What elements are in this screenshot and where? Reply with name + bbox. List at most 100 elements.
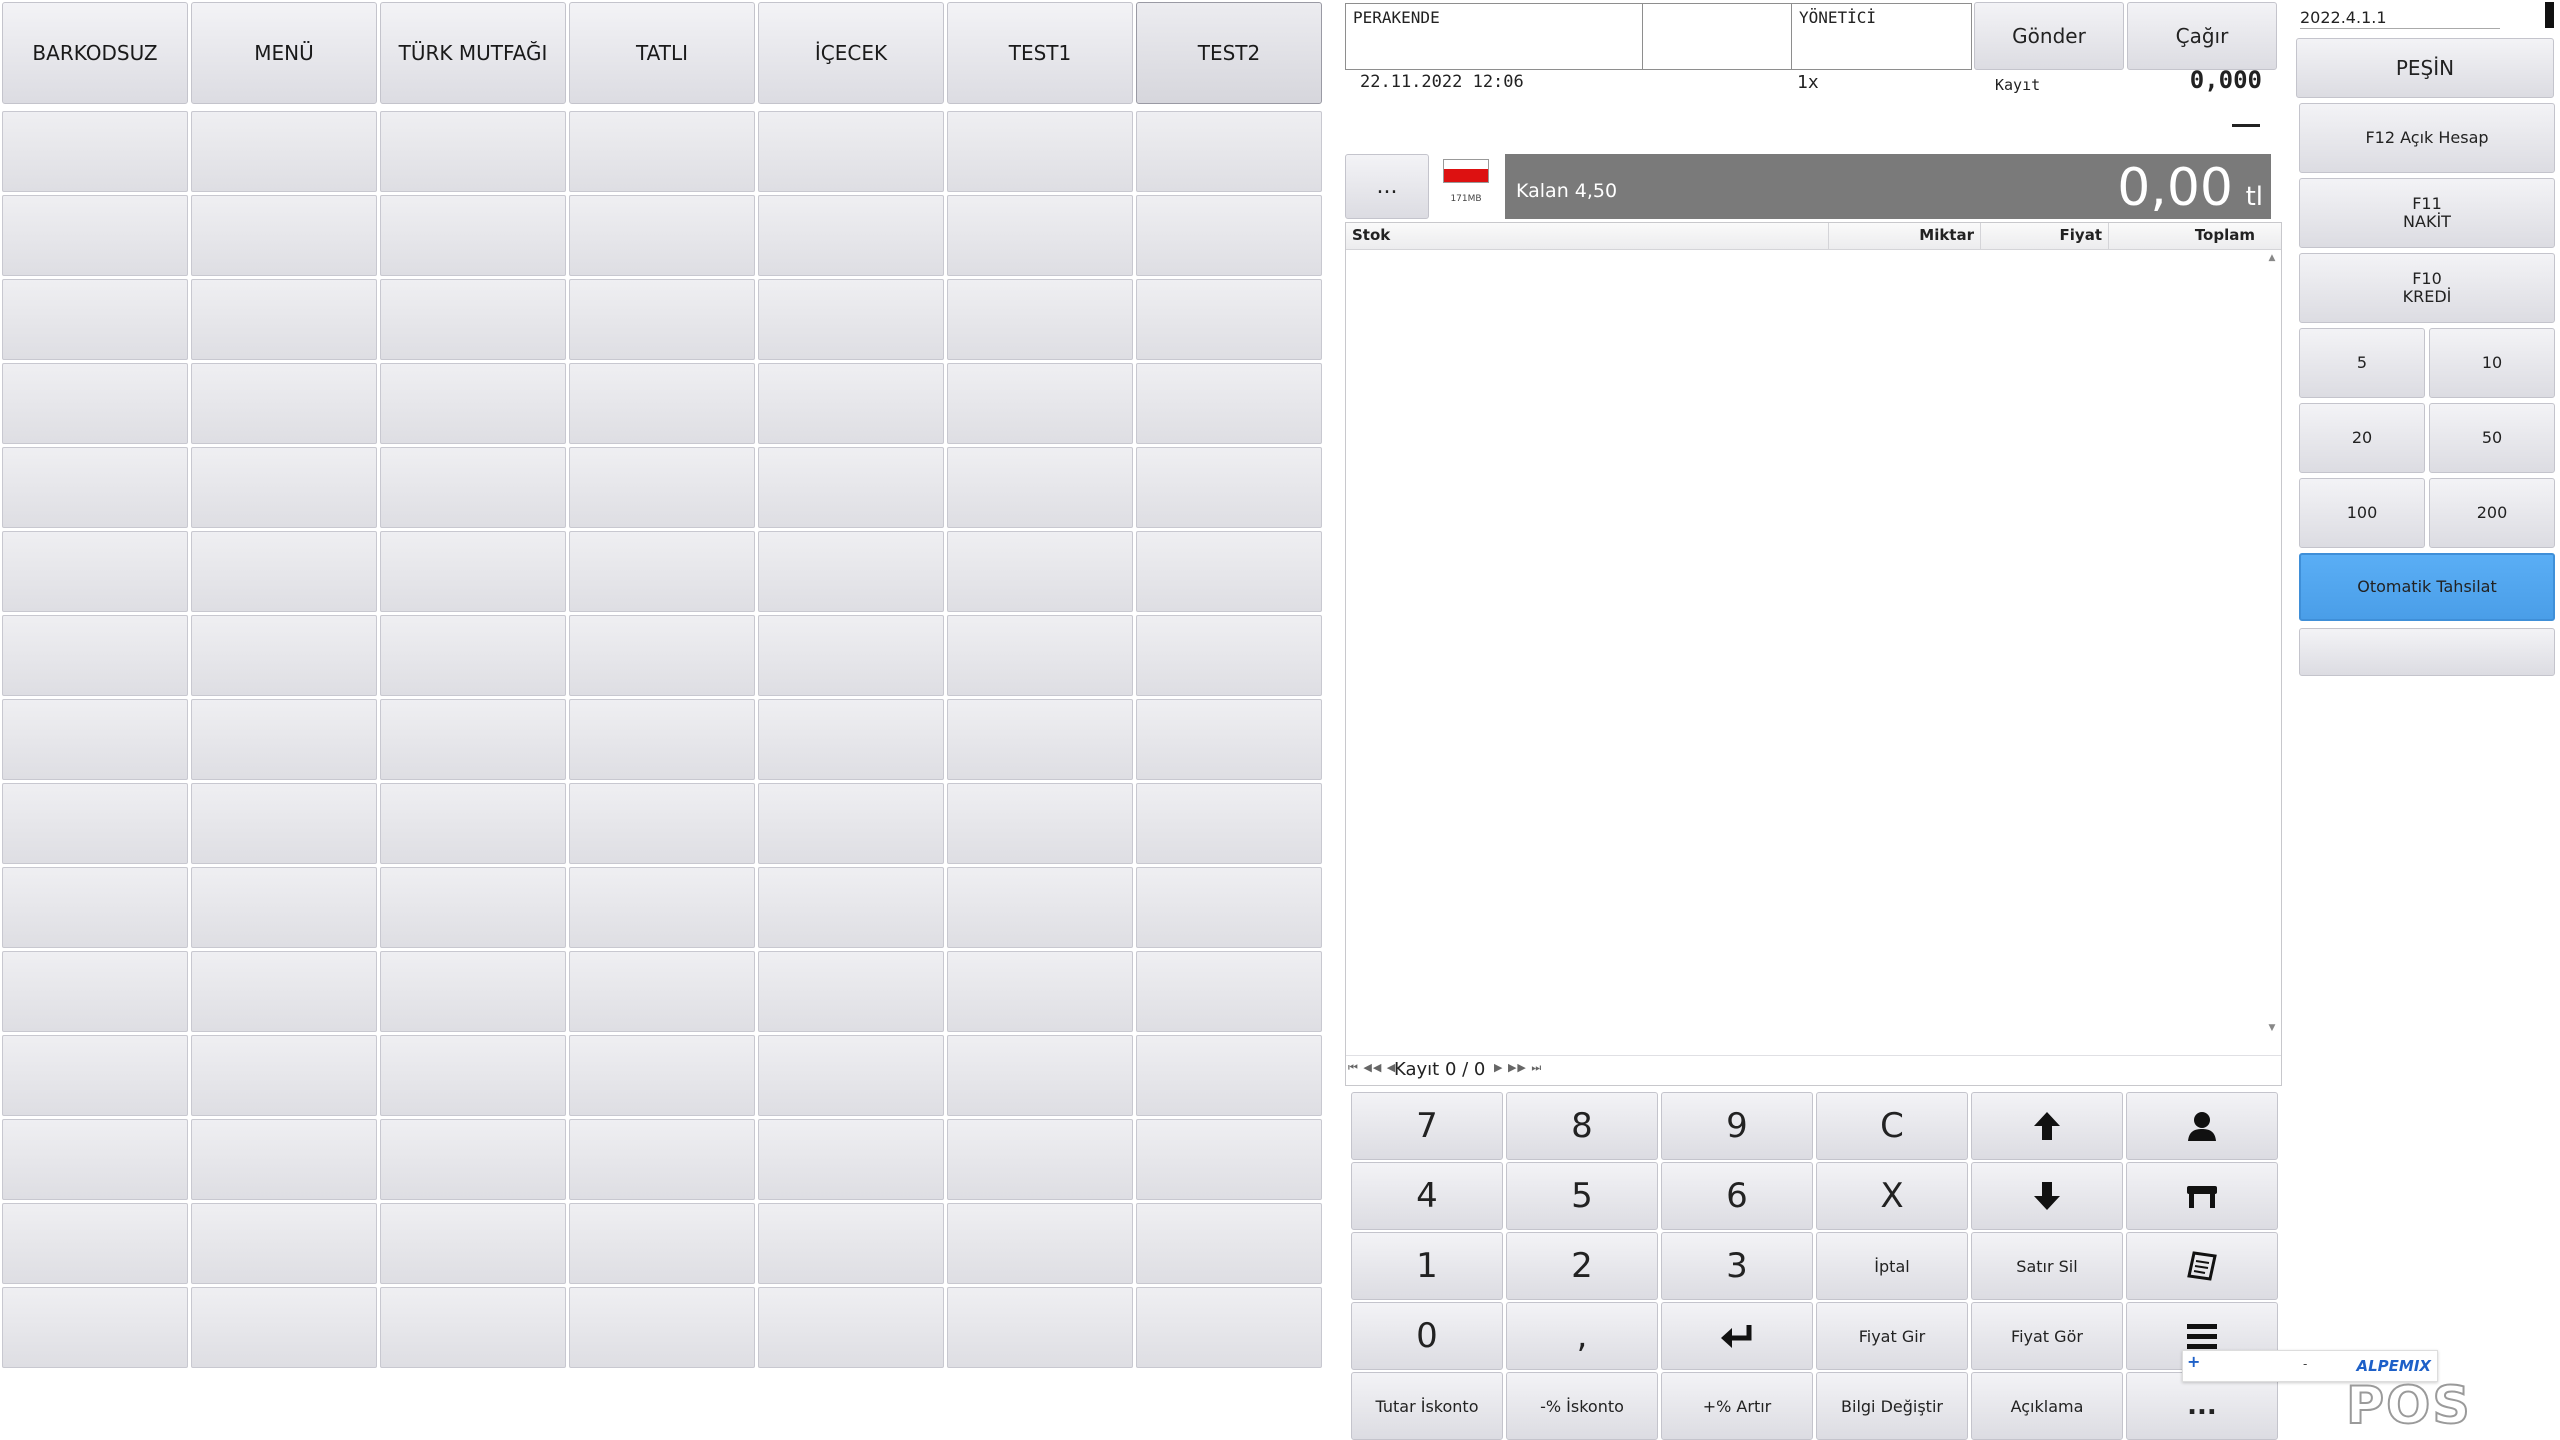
product-tile[interactable] bbox=[380, 1203, 566, 1284]
product-tile[interactable] bbox=[2, 1035, 188, 1116]
view-price-button[interactable]: Fiyat Gör bbox=[1971, 1302, 2123, 1370]
product-tile[interactable] bbox=[947, 531, 1133, 612]
category-test2[interactable]: TEST2 bbox=[1136, 2, 1322, 104]
product-tile[interactable] bbox=[1136, 279, 1322, 360]
key-6[interactable]: 6 bbox=[1661, 1162, 1813, 1230]
product-tile[interactable] bbox=[2, 531, 188, 612]
product-tile[interactable] bbox=[380, 447, 566, 528]
product-tile[interactable] bbox=[758, 531, 944, 612]
product-tile[interactable] bbox=[191, 1203, 377, 1284]
product-tile[interactable] bbox=[380, 279, 566, 360]
change-info-button[interactable]: Bilgi Değiştir bbox=[1816, 1372, 1968, 1440]
product-tile[interactable] bbox=[1136, 531, 1322, 612]
product-tile[interactable] bbox=[191, 1035, 377, 1116]
denomination-20[interactable]: 20 bbox=[2299, 403, 2425, 473]
denomination-10[interactable]: 10 bbox=[2429, 328, 2555, 398]
product-tile[interactable] bbox=[2, 279, 188, 360]
column-fiyat[interactable]: Fiyat bbox=[1981, 223, 2109, 249]
product-tile[interactable] bbox=[2, 111, 188, 192]
key-down[interactable] bbox=[1971, 1162, 2123, 1230]
key-table[interactable] bbox=[2126, 1162, 2278, 1230]
category-turk-mutfagi[interactable]: TÜRK MUTFAĞI bbox=[380, 2, 566, 104]
product-tile[interactable] bbox=[947, 951, 1133, 1032]
denomination-50[interactable]: 50 bbox=[2429, 403, 2555, 473]
product-tile[interactable] bbox=[191, 615, 377, 696]
key-comma[interactable]: , bbox=[1506, 1302, 1658, 1370]
product-tile[interactable] bbox=[758, 1035, 944, 1116]
call-button[interactable]: Çağır bbox=[2127, 2, 2277, 70]
blank-field[interactable] bbox=[1642, 3, 1792, 70]
category-barkodsuz[interactable]: BARKODSUZ bbox=[2, 2, 188, 104]
product-tile[interactable] bbox=[569, 615, 755, 696]
product-tile[interactable] bbox=[947, 1035, 1133, 1116]
product-tile[interactable] bbox=[2, 363, 188, 444]
product-tile[interactable] bbox=[1136, 447, 1322, 528]
send-button[interactable]: Gönder bbox=[1974, 2, 2124, 70]
product-tile[interactable] bbox=[569, 1119, 755, 1200]
cancel-button[interactable]: İptal bbox=[1816, 1232, 1968, 1300]
product-tile[interactable] bbox=[1136, 363, 1322, 444]
product-tile[interactable] bbox=[947, 195, 1133, 276]
category-test1[interactable]: TEST1 bbox=[947, 2, 1133, 104]
product-tile[interactable] bbox=[569, 783, 755, 864]
product-tile[interactable] bbox=[569, 363, 755, 444]
product-tile[interactable] bbox=[191, 867, 377, 948]
percent-discount-button[interactable]: -% İskonto bbox=[1506, 1372, 1658, 1440]
key-4[interactable]: 4 bbox=[1351, 1162, 1503, 1230]
product-tile[interactable] bbox=[191, 951, 377, 1032]
product-tile[interactable] bbox=[758, 951, 944, 1032]
product-tile[interactable] bbox=[2, 447, 188, 528]
product-tile[interactable] bbox=[947, 867, 1133, 948]
open-account-button[interactable]: F12 Açık Hesap bbox=[2299, 103, 2555, 173]
product-tile[interactable] bbox=[191, 447, 377, 528]
product-tile[interactable] bbox=[569, 951, 755, 1032]
key-7[interactable]: 7 bbox=[1351, 1092, 1503, 1160]
product-tile[interactable] bbox=[947, 111, 1133, 192]
product-tile[interactable] bbox=[569, 699, 755, 780]
nav-next-last-icon[interactable]: ▶ ▶▶ ⏭ bbox=[1494, 1061, 1542, 1075]
key-up[interactable] bbox=[1971, 1092, 2123, 1160]
cash-button[interactable]: PEŞİN bbox=[2296, 38, 2554, 98]
product-tile[interactable] bbox=[569, 111, 755, 192]
product-tile[interactable] bbox=[191, 699, 377, 780]
product-tile[interactable] bbox=[1136, 1203, 1322, 1284]
description-button[interactable]: Açıklama bbox=[1971, 1372, 2123, 1440]
scroll-down-icon[interactable]: ▼ bbox=[2265, 1023, 2279, 1033]
product-tile[interactable] bbox=[2, 615, 188, 696]
column-stok[interactable]: Stok bbox=[1346, 223, 1829, 249]
product-tile[interactable] bbox=[191, 1287, 377, 1368]
key-3[interactable]: 3 bbox=[1661, 1232, 1813, 1300]
enter-price-button[interactable]: Fiyat Gir bbox=[1816, 1302, 1968, 1370]
product-tile[interactable] bbox=[380, 1287, 566, 1368]
product-tile[interactable] bbox=[1136, 783, 1322, 864]
product-tile[interactable] bbox=[380, 363, 566, 444]
key-9[interactable]: 9 bbox=[1661, 1092, 1813, 1160]
key-2[interactable]: 2 bbox=[1506, 1232, 1658, 1300]
product-tile[interactable] bbox=[758, 1203, 944, 1284]
product-tile[interactable] bbox=[380, 1119, 566, 1200]
product-tile[interactable] bbox=[758, 279, 944, 360]
empty-payment-button[interactable] bbox=[2299, 628, 2555, 676]
key-x[interactable]: X bbox=[1816, 1162, 1968, 1230]
key-8[interactable]: 8 bbox=[1506, 1092, 1658, 1160]
product-tile[interactable] bbox=[569, 531, 755, 612]
product-tile[interactable] bbox=[2, 783, 188, 864]
product-tile[interactable] bbox=[569, 447, 755, 528]
product-tile[interactable] bbox=[380, 783, 566, 864]
delete-line-button[interactable]: Satır Sil bbox=[1971, 1232, 2123, 1300]
product-tile[interactable] bbox=[380, 111, 566, 192]
product-tile[interactable] bbox=[2, 1203, 188, 1284]
product-tile[interactable] bbox=[947, 1287, 1133, 1368]
product-tile[interactable] bbox=[758, 615, 944, 696]
key-receipt[interactable] bbox=[2126, 1232, 2278, 1300]
product-tile[interactable] bbox=[2, 951, 188, 1032]
product-tile[interactable] bbox=[947, 783, 1133, 864]
product-tile[interactable] bbox=[569, 867, 755, 948]
product-tile[interactable] bbox=[380, 951, 566, 1032]
product-tile[interactable] bbox=[2, 699, 188, 780]
product-tile[interactable] bbox=[569, 1035, 755, 1116]
product-tile[interactable] bbox=[380, 699, 566, 780]
product-tile[interactable] bbox=[2, 867, 188, 948]
category-tatli[interactable]: TATLI bbox=[569, 2, 755, 104]
product-tile[interactable] bbox=[380, 615, 566, 696]
